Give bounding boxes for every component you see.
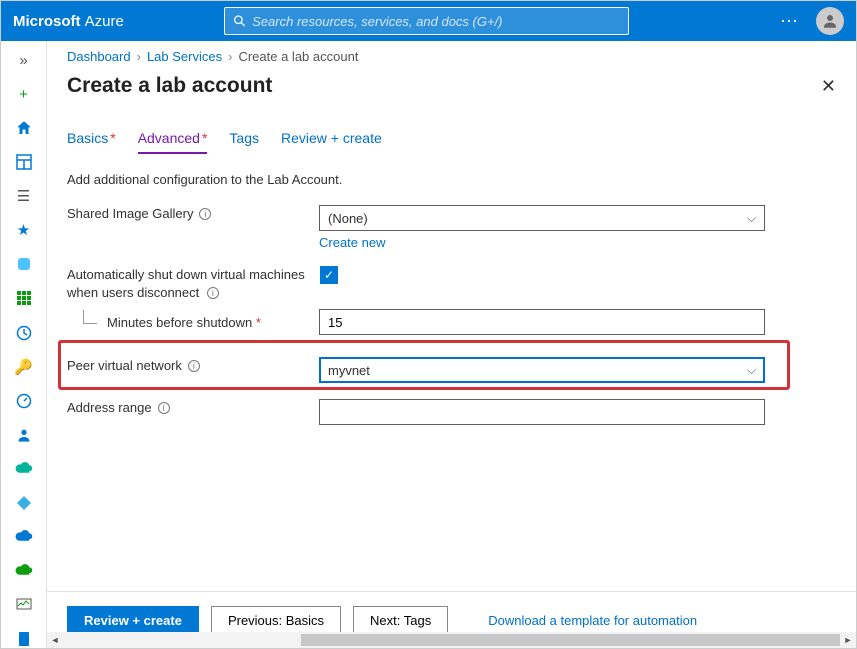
left-nav: » + ☰ ★ 🔑 — [1, 41, 47, 648]
home-icon[interactable] — [14, 119, 34, 137]
address-range-input-wrapper — [319, 399, 765, 425]
page-title: Create a lab account — [67, 74, 272, 98]
info-icon[interactable]: i — [188, 360, 200, 372]
breadcrumb-item[interactable]: Dashboard — [67, 49, 131, 64]
address-range-input[interactable] — [328, 405, 756, 420]
tab-advanced[interactable]: Advanced* — [138, 130, 208, 154]
auto-shutdown-label: Automatically shut down virtual machines… — [67, 267, 305, 300]
row-address-range: Address range i — [67, 399, 836, 425]
server-icon[interactable] — [14, 630, 34, 648]
chevron-down-icon: ⌵ — [747, 363, 756, 378]
breadcrumb-item[interactable]: Lab Services — [147, 49, 222, 64]
person-nav-icon[interactable] — [14, 426, 34, 444]
portal-header: Microsoft Azure ⋯ — [1, 1, 856, 41]
more-icon[interactable]: ⋯ — [780, 11, 800, 32]
row-minutes-before-shutdown: Minutes before shutdown * — [67, 309, 836, 335]
header-right: ⋯ — [780, 7, 844, 35]
row-peer-vnet: Peer virtual network i myvnet ⌵ — [67, 357, 836, 383]
download-template-link[interactable]: Download a template for automation — [488, 613, 697, 628]
minutes-input[interactable] — [328, 315, 756, 330]
row-auto-shutdown: Automatically shut down virtual machines… — [67, 266, 836, 301]
review-create-button[interactable]: Review + create — [67, 606, 199, 634]
peer-vnet-label: Peer virtual network — [67, 357, 182, 375]
global-search[interactable] — [224, 7, 629, 35]
chevron-right-icon: › — [137, 49, 141, 64]
scroll-right-icon[interactable]: ► — [840, 632, 856, 648]
meter-icon[interactable] — [14, 392, 34, 410]
tab-tags[interactable]: Tags — [229, 130, 259, 154]
scroll-left-icon[interactable]: ◄ — [47, 632, 63, 648]
brand-label: Microsoft Azure — [13, 13, 124, 30]
row-shared-image-gallery: Shared Image Gallery i (None) ⌵ Create n… — [67, 205, 836, 250]
form-area: Add additional configuration to the Lab … — [47, 154, 856, 591]
breadcrumb-current: Create a lab account — [238, 49, 358, 64]
next-button[interactable]: Next: Tags — [353, 606, 448, 634]
shared-image-gallery-select[interactable]: (None) ⌵ — [319, 205, 765, 231]
tree-line-icon — [83, 310, 97, 324]
nav-collapse-icon[interactable]: » — [14, 51, 34, 69]
shared-image-gallery-label: Shared Image Gallery — [67, 205, 193, 223]
diamond-icon[interactable] — [14, 494, 34, 512]
breadcrumb: Dashboard › Lab Services › Create a lab … — [47, 41, 856, 70]
all-resources-icon[interactable] — [14, 289, 34, 307]
intro-text: Add additional configuration to the Lab … — [67, 172, 836, 187]
create-resource-icon[interactable]: + — [14, 85, 34, 103]
info-icon[interactable]: i — [199, 208, 211, 220]
create-new-link[interactable]: Create new — [319, 235, 385, 250]
horizontal-scrollbar[interactable]: ◄ ► — [47, 632, 856, 648]
person-icon — [821, 12, 839, 30]
user-avatar[interactable] — [816, 7, 844, 35]
cloud-icon-1[interactable] — [14, 460, 34, 478]
tab-basics[interactable]: Basics* — [67, 130, 116, 154]
minutes-before-shutdown-label: Minutes before shutdown — [107, 315, 252, 330]
address-range-label: Address range — [67, 399, 152, 417]
minutes-input-wrapper — [319, 309, 765, 335]
recent-icon[interactable] — [14, 324, 34, 342]
tab-review-create[interactable]: Review + create — [281, 130, 382, 154]
auto-shutdown-checkbox[interactable]: ✓ — [320, 266, 338, 284]
key-icon[interactable]: 🔑 — [14, 358, 34, 376]
list-icon[interactable]: ☰ — [14, 187, 34, 205]
page-head: Create a lab account ✕ — [47, 70, 856, 112]
previous-button[interactable]: Previous: Basics — [211, 606, 341, 634]
monitor-icon[interactable] — [14, 596, 34, 614]
search-input[interactable] — [252, 14, 620, 29]
chevron-down-icon: ⌵ — [747, 211, 756, 226]
cloud-icon-2[interactable] — [14, 528, 34, 546]
brand-light: Azure — [85, 13, 124, 30]
search-icon — [233, 14, 246, 28]
info-icon[interactable]: i — [207, 287, 219, 299]
favorites-icon[interactable]: ★ — [14, 221, 34, 239]
select-value: myvnet — [328, 363, 370, 378]
resource-icon-1[interactable] — [14, 255, 34, 273]
tabs: Basics* Advanced* Tags Review + create — [47, 112, 856, 154]
cloud-icon-3[interactable] — [14, 562, 34, 580]
info-icon[interactable]: i — [158, 402, 170, 414]
close-icon[interactable]: ✕ — [821, 76, 836, 97]
scrollbar-thumb[interactable] — [301, 634, 840, 646]
chevron-right-icon: › — [228, 49, 232, 64]
main-pane: Dashboard › Lab Services › Create a lab … — [47, 41, 856, 648]
dashboard-icon[interactable] — [14, 153, 34, 171]
select-value: (None) — [328, 211, 368, 226]
peer-vnet-select[interactable]: myvnet ⌵ — [319, 357, 765, 383]
brand-bold: Microsoft — [13, 13, 81, 30]
